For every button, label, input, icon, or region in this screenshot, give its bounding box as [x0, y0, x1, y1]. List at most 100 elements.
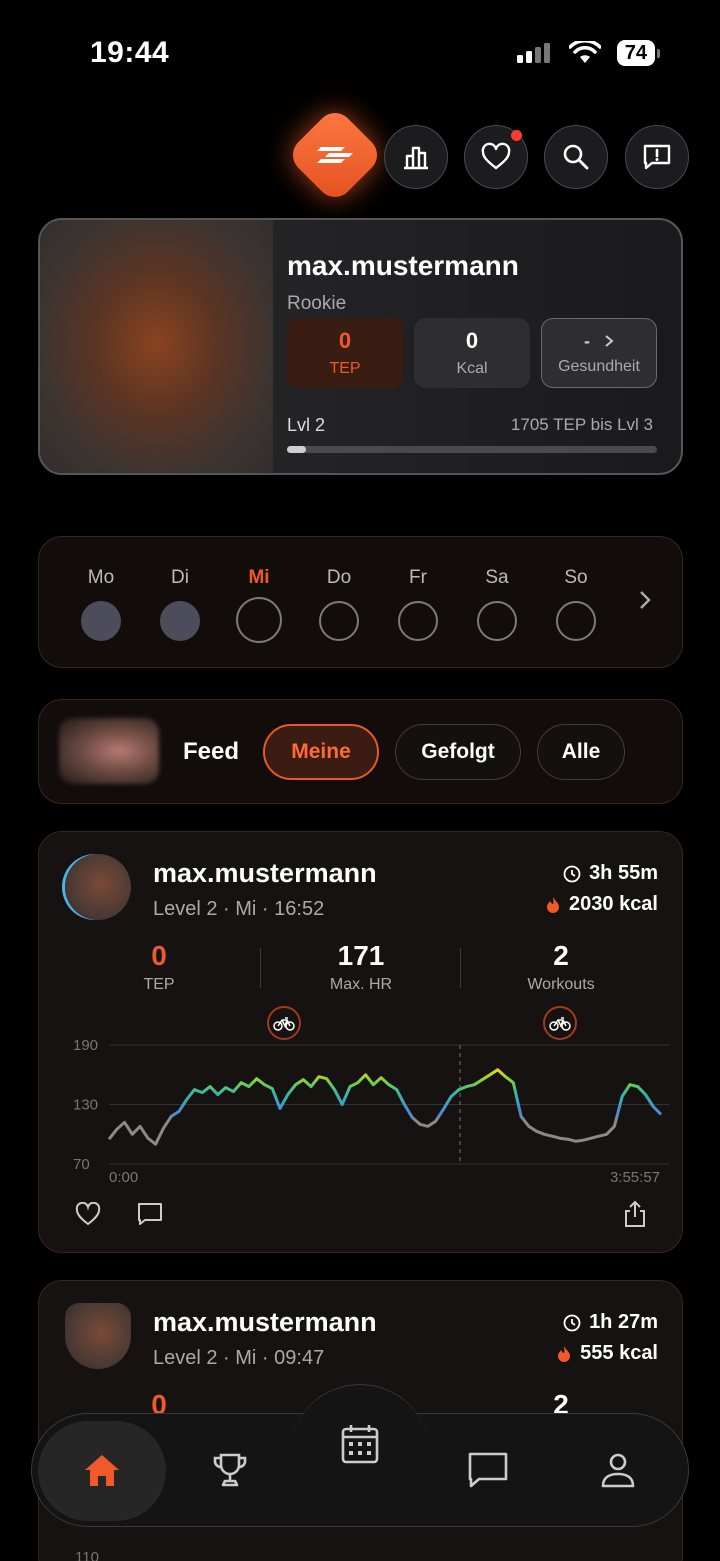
- stat-label: Workouts: [527, 976, 595, 993]
- profile-photo: [40, 220, 273, 473]
- clock-icon: [563, 1314, 581, 1331]
- feedback-button[interactable]: [625, 125, 689, 189]
- filter-meine[interactable]: Meine: [263, 724, 379, 780]
- home-icon: [85, 1455, 119, 1486]
- health-button[interactable]: - Gesundheit: [541, 318, 657, 388]
- chevron-right-icon: [640, 591, 651, 609]
- kcal-stat[interactable]: 0 Kcal: [414, 318, 530, 388]
- activity-duration: 3h 55m: [563, 862, 658, 885]
- filter-gefolgt[interactable]: Gefolgt: [395, 724, 521, 780]
- logo-stripes-icon: [300, 120, 370, 190]
- chevron-right-icon: [605, 335, 614, 347]
- duration-value: 1h 27m: [589, 1311, 658, 1333]
- stat-value: 0: [151, 940, 167, 971]
- day-indicator: [319, 601, 359, 641]
- activity-username: max.mustermann: [153, 858, 377, 888]
- day-indicator: [81, 601, 121, 641]
- top-action-bar: [0, 105, 720, 205]
- day-sa[interactable]: Sa: [467, 567, 527, 641]
- avatar: [65, 1303, 131, 1369]
- feed-label: Feed: [183, 738, 240, 765]
- heart-rate-line: [107, 1068, 663, 1146]
- clock-icon: [563, 865, 581, 882]
- day-fr[interactable]: Fr: [388, 567, 448, 641]
- tep-label: TEP: [329, 360, 361, 377]
- favorites-button[interactable]: [464, 125, 528, 189]
- x-axis-start-label: 0:00: [109, 1169, 138, 1186]
- health-value: -: [584, 330, 590, 351]
- status-bar: 19:44 74: [0, 0, 720, 100]
- clock: 19:44: [90, 36, 170, 69]
- nav-profile[interactable]: [588, 1440, 648, 1500]
- profile-rank: Rookie: [287, 293, 347, 314]
- activity-kcal: 555 kcal: [556, 1342, 658, 1365]
- nav-home[interactable]: [72, 1440, 132, 1500]
- day-mo[interactable]: Mo: [71, 567, 131, 641]
- stat-label: TEP: [143, 976, 175, 993]
- activity-kcal: 2030 kcal: [545, 893, 658, 916]
- flame-icon: [558, 1345, 571, 1362]
- leaderboard-button[interactable]: [384, 125, 448, 189]
- day-label: Di: [171, 567, 189, 588]
- kcal-value: 2030 kcal: [569, 893, 658, 915]
- level-progress-fill: [287, 446, 306, 453]
- duration-value: 3h 55m: [589, 862, 658, 884]
- x-axis-end-label: 3:55:57: [610, 1169, 660, 1186]
- status-icons: 74: [516, 40, 660, 66]
- search-button[interactable]: [544, 125, 608, 189]
- stat-value: 2: [553, 940, 569, 971]
- feed-filter-bar: Feed Meine Gefolgt Alle: [38, 699, 683, 804]
- comment-icon[interactable]: [137, 1202, 163, 1226]
- activity-subtitle: Level 2 · Mi · 09:47: [153, 1347, 325, 1369]
- week-overview: Mo Di Mi Do Fr Sa So: [38, 536, 683, 668]
- week-next-button[interactable]: [638, 589, 652, 616]
- day-label: Sa: [485, 567, 509, 588]
- flame-icon: [547, 896, 560, 913]
- stat-tep: 0 TEP: [69, 940, 249, 994]
- tep-stat[interactable]: 0 TEP: [287, 318, 403, 388]
- day-so[interactable]: So: [546, 567, 606, 641]
- stat-max-hr: 171 Max. HR: [271, 940, 451, 994]
- calendar-icon: [341, 1425, 379, 1464]
- like-heart-icon[interactable]: [75, 1202, 101, 1226]
- day-do[interactable]: Do: [309, 567, 369, 641]
- heart-rate-chart: 190 130 70 0:00 3:55:57: [73, 1037, 669, 1186]
- bicycle-icon: [273, 1017, 295, 1031]
- filter-alle[interactable]: Alle: [537, 724, 625, 780]
- kcal-value: 555 kcal: [580, 1342, 658, 1364]
- message-alert-icon: [643, 144, 671, 170]
- trophy-icon: [213, 1453, 247, 1487]
- bicycle-icon: [549, 1017, 571, 1031]
- day-label: Mo: [87, 567, 115, 588]
- nav-trophies[interactable]: [200, 1440, 260, 1500]
- tep-value: 0: [338, 328, 352, 353]
- y-axis-tick: 70: [73, 1156, 90, 1173]
- feed-avatar: [59, 718, 159, 784]
- notification-dot: [511, 130, 522, 141]
- signal-icon: [516, 43, 550, 63]
- chat-icon: [468, 1452, 508, 1488]
- activity-duration: 1h 27m: [563, 1311, 658, 1334]
- day-di[interactable]: Di: [150, 567, 210, 641]
- health-label: Gesundheit: [558, 357, 640, 375]
- bar-chart-icon: [404, 146, 428, 170]
- nav-calendar[interactable]: [330, 1414, 390, 1474]
- activity-card[interactable]: max.mustermann Level 2 · Mi · 16:52 3h 5…: [38, 831, 683, 1253]
- avatar: [65, 854, 131, 920]
- stat-value: 171: [337, 940, 385, 971]
- day-indicator: [477, 601, 517, 641]
- activity-username: max.mustermann: [153, 1307, 377, 1337]
- battery-level: 74: [616, 40, 655, 66]
- profile-card[interactable]: max.mustermann Rookie 0 TEP 0 Kcal - Ges…: [38, 218, 683, 475]
- y-axis-tick: 110: [75, 1549, 99, 1561]
- day-indicator: [398, 601, 438, 641]
- share-icon[interactable]: [624, 1200, 646, 1228]
- stat-label: Max. HR: [329, 976, 393, 993]
- battery-indicator: 74: [616, 40, 660, 66]
- nav-messages[interactable]: [458, 1440, 518, 1500]
- kcal-value: 0: [465, 328, 479, 353]
- stat-workouts: 2 Workouts: [471, 940, 651, 994]
- search-icon: [563, 144, 589, 170]
- day-indicator: [160, 601, 200, 641]
- day-mi[interactable]: Mi: [229, 567, 289, 643]
